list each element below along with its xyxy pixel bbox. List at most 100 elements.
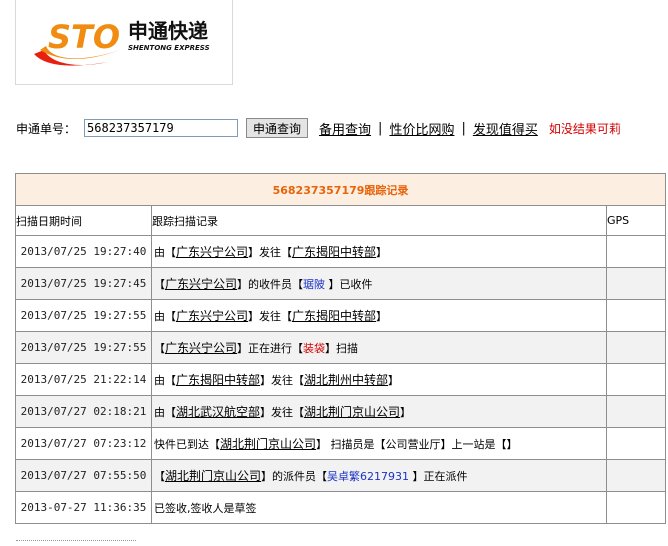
table-row: 2013/07/27 07:55:50 【湖北荆门京山公司】的派件员【吴卓繁621… xyxy=(15,459,667,492)
backup-query-link[interactable]: 备用查询 xyxy=(319,119,371,138)
record-text: 【 xyxy=(154,278,165,291)
branch-link[interactable]: 广东兴宁公司 xyxy=(176,309,248,323)
scan-datetime-cell: 2013/07/27 07:23:12 xyxy=(15,427,152,460)
record-text: 】的收件员【 xyxy=(237,278,304,291)
header-scan-record: 跟踪扫描记录 xyxy=(151,205,607,236)
record-text: 由 xyxy=(154,310,165,323)
record-text: 由 xyxy=(154,246,165,259)
value-shopping-link[interactable]: 性价比网购 xyxy=(389,119,454,138)
record-text: 】 xyxy=(388,374,400,387)
record-text: 已签收,签收人是草签 xyxy=(154,501,257,515)
table-row: 2013/07/25 19:27:55 【广东兴宁公司】正在进行【装袋】扫描 xyxy=(15,331,667,364)
staff-name-text: 琚陂 xyxy=(303,278,326,291)
table-row: 2013/07/25 19:27:40 由【广东兴宁公司】发往【广东揭阳中转部】 xyxy=(15,235,667,268)
tracking-table: 568237357179跟踪记录 扫描日期时间 跟踪扫描记录 GPS 2013/… xyxy=(14,173,667,524)
branch-link[interactable]: 湖北荆门京山公司 xyxy=(304,405,400,419)
scan-datetime-cell: 2013/07/25 19:27:45 xyxy=(15,267,152,300)
record-text: 【 xyxy=(154,342,165,355)
tracking-rows: 2013/07/25 19:27:40 由【广东兴宁公司】发往【广东揭阳中转部】 2… xyxy=(15,235,667,524)
record-text: 】发往【 xyxy=(248,310,293,323)
gps-cell xyxy=(605,331,667,364)
tracking-title: 568237357179跟踪记录 xyxy=(14,173,667,206)
record-text: 】的派件员【 xyxy=(261,470,328,483)
gps-cell xyxy=(605,267,667,300)
record-text: 【 xyxy=(154,470,165,483)
header-gps: GPS xyxy=(605,205,667,236)
record-text: 】 xyxy=(376,246,388,259)
sto-query-button[interactable]: 申通查询 xyxy=(246,118,309,138)
logo-box: STO 申通快递 SHENTONG EXPRESS xyxy=(15,0,233,85)
branch-link[interactable]: 广东兴宁公司 xyxy=(165,341,237,355)
scan-record-cell: 由【广东兴宁公司】发往【广东揭阳中转部】 xyxy=(151,299,607,332)
branch-link[interactable]: 湖北荆门京山公司 xyxy=(165,469,261,483)
gps-cell xyxy=(605,459,667,492)
scan-datetime-cell: 2013/07/25 19:27:55 xyxy=(15,299,152,332)
record-text: 】发往【 xyxy=(248,246,293,259)
record-text: 】发往【 xyxy=(260,374,305,387)
gps-cell xyxy=(605,491,667,524)
scan-record-cell: 【广东兴宁公司】正在进行【装袋】扫描 xyxy=(151,331,607,364)
branch-link[interactable]: 广东揭阳中转部 xyxy=(292,245,376,259)
record-text: 【 xyxy=(165,246,176,259)
worth-buying-link[interactable]: 发现值得买 xyxy=(473,119,538,138)
record-text: 快件已到达【 xyxy=(154,438,220,451)
scan-record-cell: 【广东兴宁公司】的收件员【琚陂 】已收件 xyxy=(151,267,607,300)
branch-link[interactable]: 广东揭阳中转部 xyxy=(176,373,260,387)
record-text: 【 xyxy=(165,374,176,387)
record-text: 】发往【 xyxy=(260,406,305,419)
scan-datetime-cell: 2013/07/25 21:22:14 xyxy=(15,363,152,396)
table-row: 2013/07/27 07:23:12 快件已到达【湖北荆门京山公司】 扫描员是【… xyxy=(15,427,667,460)
scan-action-text: 装袋 xyxy=(303,342,326,355)
gps-cell xyxy=(605,363,667,396)
scan-record-cell: 由【广东揭阳中转部】发往【湖北荆州中转部】 xyxy=(151,363,607,396)
table-row: 2013/07/25 19:27:55 由【广东兴宁公司】发往【广东揭阳中转部】 xyxy=(15,299,667,332)
table-row: 2013-07-27 11:36:35 已签收,签收人是草签 xyxy=(15,491,667,524)
branch-link[interactable]: 湖北武汉航空部 xyxy=(176,405,260,419)
record-text: 【 xyxy=(165,310,176,323)
logo-mark: STO xyxy=(48,18,120,56)
search-row: 申通单号： 申通查询 备用查询 | 性价比网购 | 发现值得买 如没结果可莉 xyxy=(16,118,668,138)
separator: | xyxy=(378,120,383,136)
record-text: 】 扫描员是【公司营业厅】上一站是【】 xyxy=(316,438,518,451)
scan-datetime-cell: 2013-07-27 11:36:35 xyxy=(15,491,152,524)
scan-datetime-cell: 2013/07/25 19:27:40 xyxy=(15,235,152,268)
scan-record-cell: 已签收,签收人是草签 xyxy=(151,491,607,524)
record-text: 】扫描 xyxy=(325,342,359,355)
record-text: 】正在进行【 xyxy=(237,342,304,355)
separator: | xyxy=(461,120,466,136)
record-text: 】已收件 xyxy=(325,278,373,291)
footer-fragment xyxy=(16,540,136,543)
table-row: 2013/07/27 02:18:21 由【湖北武汉航空部】发往【湖北荆门京山公司… xyxy=(15,395,667,428)
table-header-row: 扫描日期时间 跟踪扫描记录 GPS xyxy=(15,205,667,236)
no-result-tip: 如没结果可莉 xyxy=(548,121,621,136)
scan-record-cell: 由【湖北武汉航空部】发往【湖北荆门京山公司】 xyxy=(151,395,607,428)
scan-record-cell: 快件已到达【湖北荆门京山公司】 扫描员是【公司营业厅】上一站是【】 xyxy=(151,427,607,460)
branch-link[interactable]: 广东兴宁公司 xyxy=(165,277,237,291)
logo-name-en: SHENTONG EXPRESS xyxy=(128,44,210,52)
table-row: 2013/07/25 21:22:14 由【广东揭阳中转部】发往【湖北荆州中转部】 xyxy=(15,363,667,396)
scan-datetime-cell: 2013/07/25 19:27:55 xyxy=(15,331,152,364)
tracking-number-label: 申通单号： xyxy=(16,121,77,136)
scan-record-cell: 由【广东兴宁公司】发往【广东揭阳中转部】 xyxy=(151,235,607,268)
gps-cell xyxy=(605,235,667,268)
branch-link[interactable]: 广东揭阳中转部 xyxy=(292,309,376,323)
record-text: 由 xyxy=(154,406,165,419)
header-scan-datetime: 扫描日期时间 xyxy=(15,205,152,236)
branch-link[interactable]: 湖北荆门京山公司 xyxy=(220,437,316,451)
branch-link[interactable]: 广东兴宁公司 xyxy=(176,245,248,259)
record-text: 由 xyxy=(154,374,165,387)
record-text: 【 xyxy=(165,406,176,419)
tracking-number-input[interactable] xyxy=(84,119,239,137)
branch-link[interactable]: 湖北荆州中转部 xyxy=(304,373,388,387)
gps-cell xyxy=(605,427,667,460)
tracking-title-row: 568237357179跟踪记录 xyxy=(14,173,667,206)
scan-datetime-cell: 2013/07/27 02:18:21 xyxy=(15,395,152,428)
gps-cell xyxy=(605,299,667,332)
logo-name-cn: 申通快递 xyxy=(128,19,208,43)
record-text: 】 xyxy=(376,310,388,323)
scan-datetime-cell: 2013/07/27 07:55:50 xyxy=(15,459,152,492)
gps-cell xyxy=(605,395,667,428)
scan-record-cell: 【湖北荆门京山公司】的派件员【吴卓繁6217931 】正在派件 xyxy=(151,459,607,492)
staff-name-text: 吴卓繁6217931 xyxy=(327,470,410,483)
sto-logo: STO 申通快递 SHENTONG EXPRESS xyxy=(34,18,210,66)
